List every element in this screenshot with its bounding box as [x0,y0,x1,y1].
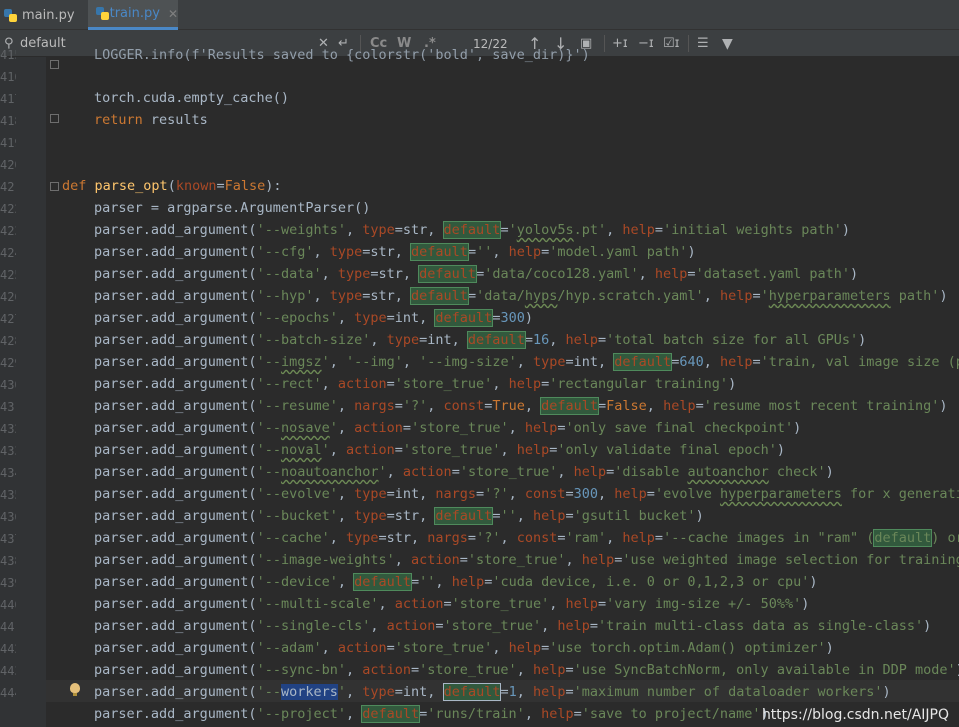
select-all-matches-icon[interactable]: ☑ɪ [663,30,680,57]
remove-selection-icon[interactable]: −ɪ [638,30,654,57]
line-number: 436 [0,510,16,524]
code-line-434: parser.add_argument('--evolve', type=int… [94,486,959,502]
line-number: 428 [0,334,16,348]
code-editor[interactable]: 415 416 417 418 419 420 421 422 423 424 425 426 427 4… [0,47,959,727]
line-number: 442 [0,642,16,656]
code-line-435: parser.add_argument('--bucket', type=str… [94,507,704,525]
code-line-436: parser.add_argument('--cache', type=str,… [94,529,959,547]
in-selection-icon[interactable]: ☰ [697,30,709,57]
code-line-422: parser.add_argument('--weights', type=st… [94,221,851,239]
line-number: 430 [0,378,16,392]
line-number: 419 [0,136,16,150]
lightbulb-icon[interactable] [70,683,80,696]
code-line-416: torch.cuda.empty_cache() [94,90,290,106]
line-number: 444 [0,686,16,700]
line-number: 420 [0,158,16,172]
line-number: 415 [0,48,16,62]
line-number: 426 [0,290,16,304]
fold-marker-icon[interactable] [50,182,59,191]
code-line-430: parser.add_argument('--resume', nargs='?… [94,397,948,415]
line-number: 425 [0,268,16,282]
line-number: 417 [0,92,16,106]
code-line-440: parser.add_argument('--single-cls', acti… [94,618,932,634]
editor-tab-bar: main.py train.py ✕ [0,0,959,30]
code-line-431: parser.add_argument('--nosave', action='… [94,420,802,436]
fold-marker-icon[interactable] [50,60,59,69]
line-number: 432 [0,422,16,436]
code-line-439: parser.add_argument('--multi-scale', act… [94,596,810,612]
line-number: 418 [0,114,16,128]
code-line-415: LOGGER.info(f'Results saved to {colorstr… [94,47,590,63]
code-line-424: parser.add_argument('--data', type=str, … [94,265,859,283]
line-number: 416 [0,70,16,84]
filter-icon[interactable]: ▼ [722,30,733,57]
line-number: 427 [0,312,16,326]
line-number: 421 [0,180,16,194]
code-line-441: parser.add_argument('--adam', action='st… [94,640,834,656]
code-line-429: parser.add_argument('--rect', action='st… [94,376,737,392]
code-line-438: parser.add_argument('--device', default=… [94,573,818,591]
code-line-437: parser.add_argument('--image-weights', a… [94,552,959,568]
code-line-417: return results [94,112,208,128]
line-number: 431 [0,400,16,414]
code-line-427: parser.add_argument('--batch-size', type… [94,331,867,349]
line-number: 435 [0,488,16,502]
line-number: 440 [0,598,16,612]
line-number: 438 [0,554,16,568]
code-line-442: parser.add_argument('--sync-bn', action=… [94,662,959,678]
code-line-432: parser.add_argument('--noval', action='s… [94,442,785,458]
python-file-icon [96,7,109,20]
python-file-icon [4,8,17,22]
add-selection-next-icon[interactable]: +ɪ [612,30,628,57]
line-number: 433 [0,444,16,458]
watermark: https://blog.csdn.net/AIJPQ [761,707,949,723]
close-icon[interactable]: ✕ [168,7,178,21]
code-line-433: parser.add_argument('--noautoanchor', ac… [94,464,834,480]
code-line-421: parser = argparse.ArgumentParser() [94,200,371,216]
code-line-443: parser.add_argument('--workers', type=in… [94,683,891,701]
line-number: 424 [0,246,16,260]
code-line-426: parser.add_argument('--epochs', type=int… [94,309,533,327]
tab-train-py[interactable]: train.py ✕ [88,0,178,30]
line-number: 443 [0,664,16,678]
line-number: 441 [0,620,16,634]
line-number: 439 [0,576,16,590]
search-input[interactable]: default [20,30,66,57]
line-number: 429 [0,356,16,370]
line-number: 423 [0,224,16,238]
tab-label: main.py [22,7,75,23]
code-line-425: parser.add_argument('--hyp', type=str, d… [94,287,948,305]
tab-label: train.py [109,6,160,21]
tab-main-py[interactable]: main.py [0,0,86,30]
line-number: 434 [0,466,16,480]
line-number: 422 [0,202,16,216]
fold-marker-icon[interactable] [50,114,59,123]
code-line-420: def parse_opt(known=False): [62,178,282,194]
line-number: 437 [0,532,16,546]
code-line-423: parser.add_argument('--cfg', type=str, d… [94,243,696,261]
code-line-428: parser.add_argument('--imgsz', '--img', … [94,353,959,371]
code-line-444: parser.add_argument('--project', default… [94,705,769,723]
